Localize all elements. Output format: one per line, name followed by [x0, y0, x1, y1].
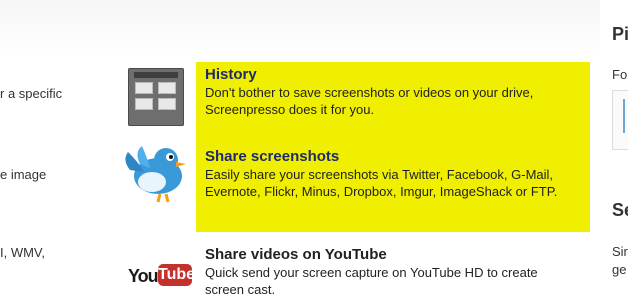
twitter-bird-icon — [125, 146, 186, 203]
right-column: Pi Fo Se Sir ge — [600, 0, 628, 303]
right-box — [612, 90, 628, 150]
right-heading-2: Se — [612, 200, 628, 220]
right-heading-1: Pi — [612, 24, 628, 44]
right-text-2b: ge — [612, 262, 627, 277]
feature-description: Easily share your screenshots via Twitte… — [205, 167, 558, 199]
right-text-1: Fo — [612, 67, 628, 82]
feature-title[interactable]: Share screenshots — [205, 148, 339, 165]
feature-description: Quick send your screen capture on YouTub… — [205, 265, 538, 297]
feature-description: Don't bother to save screenshots or vide… — [205, 85, 534, 117]
youtube-logo-you: You — [128, 266, 159, 286]
left-snippet-2: e image — [0, 167, 47, 182]
left-column: r a specific e image I, WMV, — [0, 0, 110, 303]
right-text-2a: Sir — [612, 244, 628, 259]
left-snippet-1: r a specific — [0, 86, 63, 101]
youtube-logo-tube: Tube — [158, 264, 195, 286]
history-icon — [128, 68, 184, 126]
youtube-logo: You Tube — [128, 262, 195, 288]
feature-title[interactable]: Share videos on YouTube — [205, 246, 387, 263]
feature-title[interactable]: History — [205, 66, 257, 83]
left-snippet-3: I, WMV, — [0, 245, 46, 260]
